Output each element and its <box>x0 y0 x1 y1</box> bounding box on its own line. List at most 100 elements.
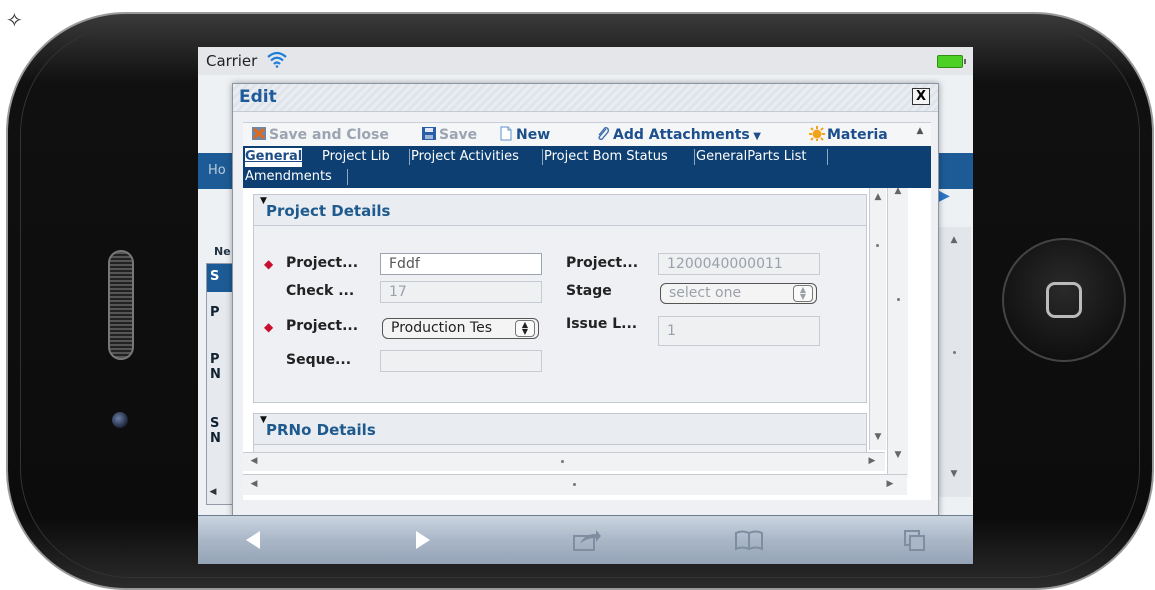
scroll-thumb[interactable] <box>953 351 956 354</box>
materials-icon <box>809 126 825 141</box>
background-letter: N <box>210 367 221 382</box>
dialog-toolbar: Save and Close Save New Add Attachments … <box>243 122 931 147</box>
background-tab-home[interactable]: Ho <box>208 163 226 178</box>
select-spinner-icon: ▲ ▼ <box>515 320 535 337</box>
scroll-thumb[interactable] <box>897 298 900 301</box>
prno-details-section: ▼ PRNo Details <box>253 413 867 455</box>
tab-project-lib[interactable]: Project Lib <box>322 148 390 167</box>
project-details-header[interactable]: ▼ Project Details <box>254 195 866 226</box>
browser-toolbar <box>198 515 973 564</box>
field-label: Project... <box>286 318 359 334</box>
tab-amendments[interactable]: Amendments <box>245 168 332 187</box>
project-details-section: ▼ Project Details ◆ Project... Fddf Chec… <box>253 194 867 403</box>
close-button[interactable]: X <box>912 88 930 105</box>
field-label: Project... <box>286 255 359 271</box>
speaker-grille <box>108 250 134 360</box>
save-and-close-label: Save and Close <box>269 127 389 143</box>
outer-horizontal-scrollbar[interactable]: ◀ ▶ <box>243 474 907 495</box>
new-button[interactable]: New <box>498 126 550 143</box>
select-spinner-icon: ▲ ▼ <box>793 285 813 302</box>
scroll-left-icon[interactable]: ◀ <box>247 456 261 466</box>
tab-generalparts-list[interactable]: GeneralParts List <box>696 148 807 167</box>
inner-horizontal-scrollbar[interactable]: ◀ ▶ <box>243 452 885 471</box>
new-label: New <box>516 127 551 143</box>
section-title: Project Details <box>266 202 391 220</box>
required-marker-icon: ◆ <box>264 320 274 334</box>
wifi-icon <box>267 51 287 68</box>
prno-details-header[interactable]: ▼ PRNo Details <box>254 414 866 445</box>
save-label: Save <box>439 127 478 143</box>
project-type-select[interactable]: Production Tes ▲ ▼ <box>382 318 539 339</box>
dialog-titlebar: Edit X <box>233 84 938 112</box>
project-type-value: Production Tes <box>391 320 493 336</box>
materials-label: Materia <box>827 127 888 143</box>
save-and-close-button[interactable]: Save and Close <box>251 126 389 143</box>
background-letter: P <box>210 305 220 320</box>
attachment-icon <box>598 127 609 140</box>
scroll-right-icon[interactable]: ▶ <box>883 479 897 489</box>
section-title: PRNo Details <box>266 421 376 439</box>
edit-dialog: Edit X Save and Close Save New Add Attac… <box>232 83 939 517</box>
field-label: Check ... <box>286 283 355 299</box>
new-icon <box>500 126 512 141</box>
share-icon[interactable] <box>572 528 602 552</box>
scroll-up-icon[interactable]: ▲ <box>947 235 961 245</box>
tab-separator <box>827 149 828 165</box>
tab-project-bom-status[interactable]: Project Bom Status <box>544 148 668 167</box>
forward-icon[interactable] <box>412 528 434 552</box>
check-field: 17 <box>380 281 542 303</box>
scroll-down-icon[interactable]: ▼ <box>947 469 961 479</box>
background-scroll-left-icon[interactable]: ◀ <box>206 487 220 497</box>
tab-general[interactable]: General <box>245 148 303 167</box>
home-square-icon <box>1046 282 1082 318</box>
materials-button[interactable]: Materia <box>809 126 888 143</box>
issue-field: 1 <box>658 316 820 346</box>
background-right-scroll: ▲ ▼ <box>936 227 971 497</box>
project-number-field: 1200040000011 <box>658 253 820 275</box>
stage-select[interactable]: select one ▲ ▼ <box>660 283 817 304</box>
status-bar: Carrier <box>198 47 973 75</box>
save-icon <box>422 127 436 140</box>
chevron-down-icon: ▼ <box>749 131 761 142</box>
sequence-field <box>380 350 542 372</box>
outer-vertical-scrollbar[interactable]: ▲ ▼ <box>887 188 908 478</box>
add-attachments-button[interactable]: Add Attachments ▼ <box>595 126 761 143</box>
background-label: Ne <box>214 245 231 258</box>
back-icon[interactable] <box>242 528 264 552</box>
background-letter: N <box>210 431 221 446</box>
dialog-title: Edit <box>239 87 277 107</box>
bookmarks-icon[interactable] <box>734 528 764 552</box>
toolbar-scroll-up-icon[interactable]: ▲ <box>913 126 927 136</box>
scroll-down-icon[interactable]: ▼ <box>891 450 905 460</box>
tab-separator <box>694 149 695 165</box>
corner-mark: ✧ <box>6 8 23 32</box>
tab-bar: General Project Lib Project Activities P… <box>243 146 931 188</box>
tab-project-activities[interactable]: Project Activities <box>411 148 519 167</box>
tab-content: ▼ Project Details ◆ Project... Fddf Chec… <box>243 188 931 500</box>
background-letter: S <box>210 416 220 431</box>
carrier-label: Carrier <box>206 52 258 70</box>
scroll-thumb[interactable] <box>876 244 879 247</box>
camera-lens <box>112 412 128 428</box>
scroll-right-icon[interactable]: ▶ <box>865 456 879 466</box>
background-letter: S <box>210 269 220 284</box>
scroll-down-icon[interactable]: ▼ <box>871 432 885 442</box>
field-label: Stage <box>566 283 612 299</box>
tab-separator <box>542 149 543 165</box>
battery-icon <box>937 55 966 68</box>
scroll-thumb[interactable] <box>561 460 564 463</box>
scroll-up-icon[interactable]: ▲ <box>891 188 905 196</box>
scroll-left-icon[interactable]: ◀ <box>247 479 261 489</box>
inner-vertical-scrollbar[interactable]: ▲ ▼ <box>869 188 886 450</box>
device-screen: Carrier ●S Ho ▶ Ne S P P N S N ▲ ▼ Edit … <box>198 47 973 564</box>
background-letter: P <box>210 352 220 367</box>
home-button[interactable] <box>1002 238 1126 362</box>
save-button[interactable]: Save <box>421 126 477 143</box>
save-close-icon <box>252 127 266 140</box>
scroll-up-icon[interactable]: ▲ <box>871 192 885 202</box>
field-label: Project... <box>566 255 639 271</box>
scroll-thumb[interactable] <box>573 483 576 486</box>
tab-separator <box>347 169 348 185</box>
project-name-input[interactable]: Fddf <box>380 253 542 275</box>
pages-icon[interactable] <box>902 528 928 552</box>
